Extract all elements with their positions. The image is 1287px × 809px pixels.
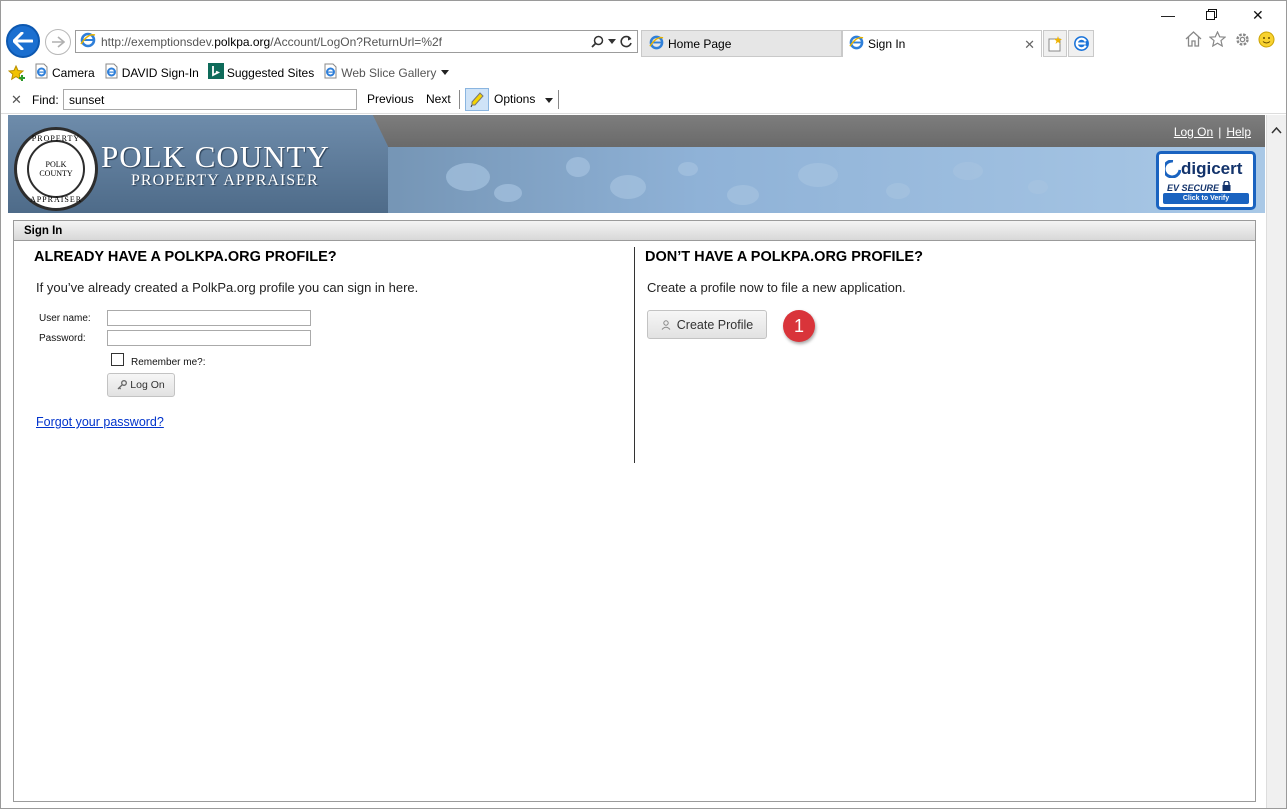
edge-icon: [1073, 36, 1089, 51]
header-links: Log On | Help: [1174, 125, 1251, 139]
tab-sign-in[interactable]: Sign In ✕: [842, 30, 1042, 57]
ie-page-icon: [104, 63, 119, 82]
remember-me-checkbox[interactable]: [111, 353, 124, 366]
password-input[interactable]: [107, 330, 311, 346]
digicert-brand: digicert: [1165, 159, 1242, 179]
favorites-bar: Camera DAVID Sign-In Suggested Sites Web…: [1, 59, 1286, 86]
address-bar[interactable]: http://exemptionsdev.polkpa.org/Account/…: [75, 30, 638, 53]
favorite-web-slice-gallery[interactable]: Web Slice Gallery: [323, 63, 450, 82]
password-label: Password:: [39, 333, 86, 344]
panel-header: Sign In: [14, 221, 1255, 241]
existing-profile-text: If you’ve already created a PolkPa.org p…: [36, 280, 419, 295]
digicert-ev-label: EV SECURE: [1167, 180, 1231, 193]
favorite-label: DAVID Sign-In: [121, 65, 199, 80]
browser-window: http://exemptionsdev.polkpa.org/Account/…: [0, 0, 1287, 809]
existing-profile-heading: ALREADY HAVE A POLKPA.ORG PROFILE?: [34, 249, 337, 265]
search-icon[interactable]: [591, 35, 604, 48]
minimize-icon[interactable]: —: [1161, 7, 1175, 23]
refresh-icon[interactable]: [620, 35, 633, 48]
dropdown-arrow-icon: [544, 98, 553, 103]
site-title: POLK COUNTY: [101, 139, 330, 174]
ie-page-icon: [849, 35, 864, 53]
tab-label: Sign In: [868, 37, 906, 51]
log-on-link[interactable]: Log On: [1174, 125, 1213, 139]
seal-text-top: PROPERTY: [31, 134, 81, 143]
highlight-button[interactable]: [465, 88, 489, 111]
scroll-up-arrow-icon[interactable]: [1271, 127, 1282, 134]
new-profile-text: Create a profile now to file a new appli…: [647, 280, 906, 295]
edge-button[interactable]: [1068, 30, 1094, 57]
favorites-add-icon[interactable]: [8, 64, 26, 81]
favorite-label: Web Slice Gallery: [341, 65, 437, 80]
vertical-scrollbar[interactable]: [1266, 115, 1286, 808]
find-label: Find:: [32, 93, 59, 107]
find-previous-button[interactable]: Previous: [367, 92, 414, 106]
web-page: PROPERTY POLK COUNTY APPRAISER POLK COUN…: [8, 115, 1265, 808]
link-separator: |: [1218, 125, 1222, 139]
separator: [558, 90, 559, 109]
site-subtitle: PROPERTY APPRAISER: [131, 172, 319, 189]
separator: [459, 90, 460, 109]
ie-page-icon: [323, 63, 338, 82]
forgot-password-link[interactable]: Forgot your password?: [36, 415, 164, 429]
tab-home-page[interactable]: Home Page: [641, 30, 842, 57]
polk-county-seal-logo: PROPERTY POLK COUNTY APPRAISER: [14, 127, 98, 211]
find-bar: ✕ Find: Previous Next Options: [1, 86, 1286, 114]
favorite-label: Camera: [52, 65, 95, 80]
navigation-bar: http://exemptionsdev.polkpa.org/Account/…: [1, 1, 1286, 59]
forward-button[interactable]: [45, 29, 71, 55]
key-icon: [117, 380, 128, 390]
find-input[interactable]: [63, 89, 357, 110]
dropdown-arrow-icon[interactable]: [608, 39, 616, 44]
arrow-left-icon: [13, 32, 33, 50]
restore-icon[interactable]: [1206, 7, 1217, 23]
log-on-button[interactable]: Log On: [107, 373, 175, 397]
create-profile-button[interactable]: Create Profile: [647, 310, 767, 339]
username-input[interactable]: [107, 310, 311, 326]
address-tools: [591, 33, 633, 50]
user-icon: [661, 319, 671, 330]
digicert-logo-icon: [1165, 160, 1181, 178]
ie-page-icon: [80, 32, 96, 51]
back-button[interactable]: [6, 24, 40, 58]
home-icon[interactable]: [1185, 31, 1202, 47]
seal-text-bottom: APPRAISER: [29, 195, 83, 204]
ie-page-icon: [34, 63, 49, 82]
favorites-star-icon[interactable]: [1209, 31, 1226, 47]
bing-icon: [207, 63, 224, 82]
new-tab-icon: [1048, 35, 1062, 51]
help-link[interactable]: Help: [1226, 125, 1251, 139]
banner-map-graphic: [446, 157, 1048, 205]
close-tab-icon[interactable]: ✕: [1024, 37, 1035, 53]
lock-icon: [1222, 180, 1231, 191]
sign-in-panel: Sign In ALREADY HAVE A POLKPA.ORG PROFIL…: [13, 220, 1256, 802]
smiley-feedback-icon[interactable]: [1258, 31, 1275, 48]
tab-label: Home Page: [668, 36, 732, 51]
new-profile-heading: DON’T HAVE A POLKPA.ORG PROFILE?: [645, 249, 923, 265]
digicert-verify-label: Click to Verify: [1163, 193, 1249, 204]
favorite-david-sign-in[interactable]: DAVID Sign-In: [104, 63, 199, 82]
address-url: http://exemptionsdev.polkpa.org/Account/…: [101, 34, 442, 49]
find-options-button[interactable]: Options: [494, 92, 553, 106]
dropdown-arrow-icon[interactable]: [441, 70, 450, 75]
favorite-suggested-sites[interactable]: Suggested Sites: [207, 63, 315, 82]
arrow-right-icon: [52, 36, 65, 48]
digicert-seal[interactable]: digicert EV SECURE Click to Verify: [1156, 151, 1256, 210]
gear-icon[interactable]: [1234, 31, 1251, 48]
remember-me-label: Remember me?:: [131, 357, 206, 368]
step-callout-badge: 1: [783, 310, 815, 342]
close-window-icon[interactable]: ✕: [1252, 7, 1264, 24]
seal-center: POLK COUNTY: [27, 140, 85, 198]
new-tab-button[interactable]: [1043, 30, 1067, 57]
close-find-icon[interactable]: ✕: [11, 92, 22, 108]
favorite-camera[interactable]: Camera: [34, 63, 95, 82]
ie-page-icon: [649, 35, 664, 53]
username-label: User name:: [39, 313, 91, 324]
highlighter-icon: [470, 91, 484, 107]
find-next-button[interactable]: Next: [426, 92, 451, 106]
favorite-label: Suggested Sites: [226, 65, 315, 80]
column-divider: [634, 247, 635, 463]
